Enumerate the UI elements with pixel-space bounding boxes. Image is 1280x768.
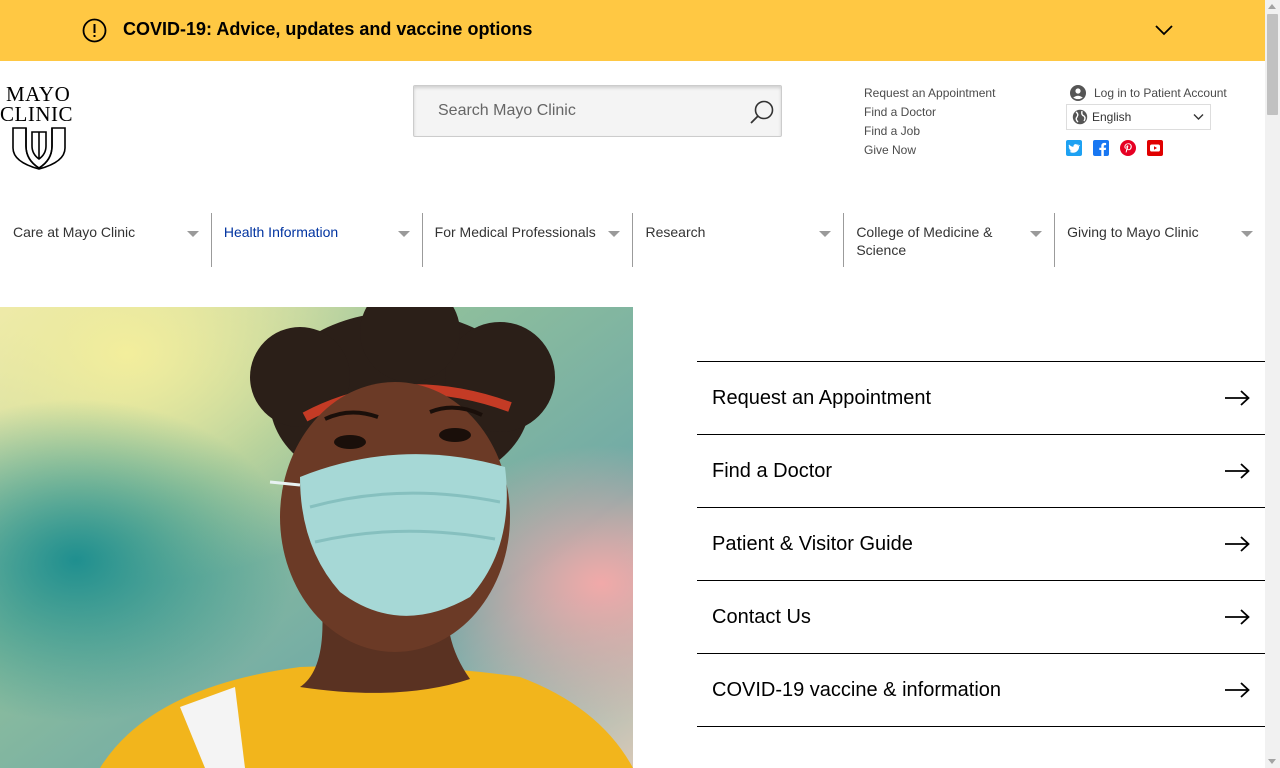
- quick-link-label: Patient & Visitor Guide: [712, 533, 913, 555]
- nav-label: For Medical Professionals: [434, 224, 596, 240]
- user-icon: [1070, 84, 1086, 101]
- alert-title[interactable]: COVID-19: Advice, updates and vaccine op…: [123, 19, 532, 40]
- util-link-request-appointment[interactable]: Request an Appointment: [864, 84, 995, 103]
- nav-item-research[interactable]: Research: [632, 213, 843, 267]
- chevron-down-icon: [1193, 114, 1204, 120]
- quick-link-covid-vaccine[interactable]: COVID-19 vaccine & information: [697, 654, 1265, 727]
- shield-logo-icon: [12, 127, 66, 170]
- nav-label: Care at Mayo Clinic: [13, 224, 136, 240]
- search-input[interactable]: [414, 86, 744, 136]
- scroll-down-icon[interactable]: [1268, 759, 1276, 764]
- utility-links: Request an Appointment Find a Doctor Fin…: [864, 84, 995, 160]
- arrow-right-icon: [1225, 609, 1250, 625]
- logo-line-2: CLINIC: [0, 102, 73, 126]
- arrow-right-icon: [1225, 536, 1250, 552]
- chevron-down-icon[interactable]: [1153, 22, 1175, 38]
- account-area: Log in to Patient Account English: [1066, 84, 1240, 156]
- dropdown-triangle-icon: [1240, 231, 1253, 237]
- search-box: [413, 85, 782, 137]
- dropdown-triangle-icon: [819, 231, 832, 237]
- quick-link-request-appointment[interactable]: Request an Appointment: [697, 362, 1265, 435]
- quick-link-label: COVID-19 vaccine & information: [712, 679, 1002, 701]
- util-link-find-doctor[interactable]: Find a Doctor: [864, 103, 995, 122]
- hero-image: [0, 307, 633, 768]
- nav-item-health-information[interactable]: Health Information: [210, 213, 422, 267]
- logo-line-1: MAYO: [6, 82, 71, 106]
- dropdown-triangle-icon: [397, 231, 410, 237]
- twitter-icon[interactable]: [1066, 140, 1082, 156]
- nav-label: Health Information: [223, 224, 339, 240]
- search-icon[interactable]: [749, 99, 775, 125]
- scrollbar-thumb[interactable]: [1267, 14, 1278, 115]
- util-link-find-job[interactable]: Find a Job: [864, 122, 995, 141]
- covid-alert-banner[interactable]: COVID-19: Advice, updates and vaccine op…: [0, 0, 1265, 61]
- quick-link-label: Contact Us: [712, 606, 811, 628]
- quick-link-contact-us[interactable]: Contact Us: [697, 581, 1265, 654]
- exclamation-circle-icon: [82, 18, 107, 43]
- nav-label: College of Medicine & Science: [856, 224, 993, 258]
- arrow-right-icon: [1225, 390, 1250, 406]
- nav-item-college[interactable]: College of Medicine & Science: [843, 213, 1054, 267]
- hero-illustration: [0, 307, 633, 768]
- nav-item-care[interactable]: Care at Mayo Clinic: [0, 213, 211, 267]
- nav-label: Giving to Mayo Clinic: [1067, 224, 1199, 240]
- nav-item-medical-professionals[interactable]: For Medical Professionals: [421, 213, 633, 267]
- vertical-scrollbar[interactable]: [1265, 0, 1280, 768]
- main-nav: Care at Mayo Clinic Health Information F…: [0, 213, 1265, 267]
- page: COVID-19: Advice, updates and vaccine op…: [0, 0, 1280, 768]
- quick-link-patient-visitor-guide[interactable]: Patient & Visitor Guide: [697, 508, 1265, 581]
- youtube-icon[interactable]: [1147, 140, 1163, 156]
- quick-link-find-doctor[interactable]: Find a Doctor: [697, 435, 1265, 508]
- login-label: Log in to Patient Account: [1094, 85, 1227, 100]
- nav-label: Research: [645, 224, 706, 240]
- util-link-give-now[interactable]: Give Now: [864, 141, 995, 160]
- language-select[interactable]: English: [1066, 104, 1211, 130]
- arrow-right-icon: [1225, 463, 1250, 479]
- globe-icon: [1072, 109, 1088, 125]
- dropdown-triangle-icon: [186, 231, 199, 237]
- facebook-icon[interactable]: [1093, 140, 1109, 156]
- mayo-clinic-logo[interactable]: MAYO CLINIC: [0, 84, 80, 172]
- pinterest-icon[interactable]: [1120, 140, 1136, 156]
- language-value: English: [1092, 110, 1132, 124]
- arrow-right-icon: [1225, 682, 1250, 698]
- quick-link-label: Request an Appointment: [712, 387, 932, 409]
- login-link[interactable]: Log in to Patient Account: [1070, 84, 1240, 101]
- dropdown-triangle-icon: [608, 231, 621, 237]
- social-links: [1066, 140, 1174, 156]
- quick-links: Request an Appointment Find a Doctor Pat…: [697, 361, 1265, 727]
- nav-item-giving[interactable]: Giving to Mayo Clinic: [1054, 213, 1265, 267]
- quick-link-label: Find a Doctor: [712, 460, 833, 482]
- dropdown-triangle-icon: [1030, 231, 1043, 237]
- scroll-up-icon[interactable]: [1268, 4, 1276, 9]
